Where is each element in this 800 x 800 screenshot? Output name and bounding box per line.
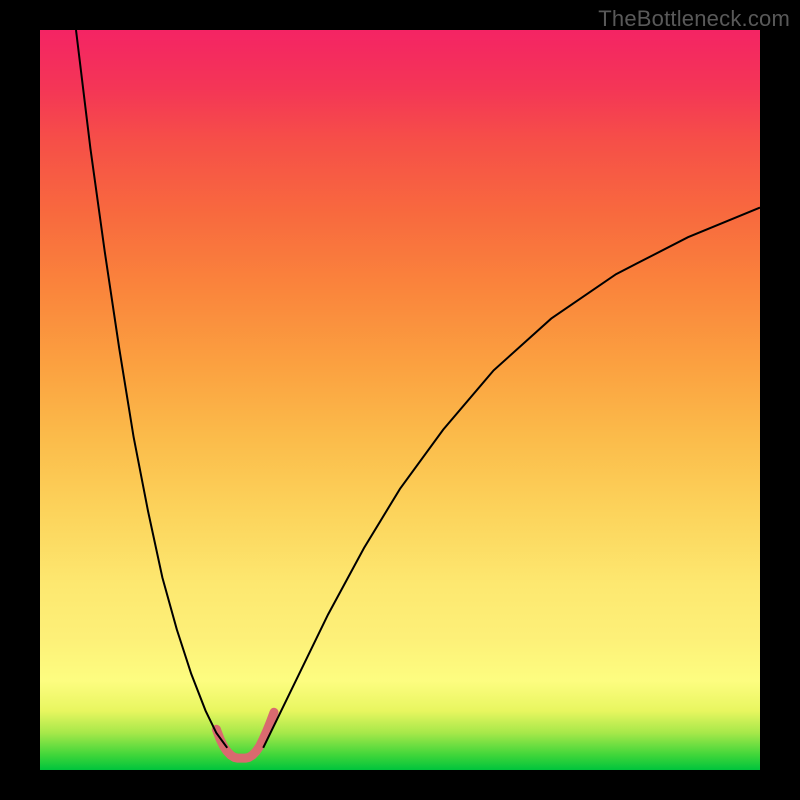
dip-highlight-path xyxy=(216,712,274,758)
curve-svg xyxy=(40,30,760,770)
left-branch-path xyxy=(76,30,227,748)
right-branch-path xyxy=(263,208,760,748)
plot-area xyxy=(40,30,760,770)
chart-container: TheBottleneck.com xyxy=(0,0,800,800)
watermark-text: TheBottleneck.com xyxy=(598,6,790,32)
